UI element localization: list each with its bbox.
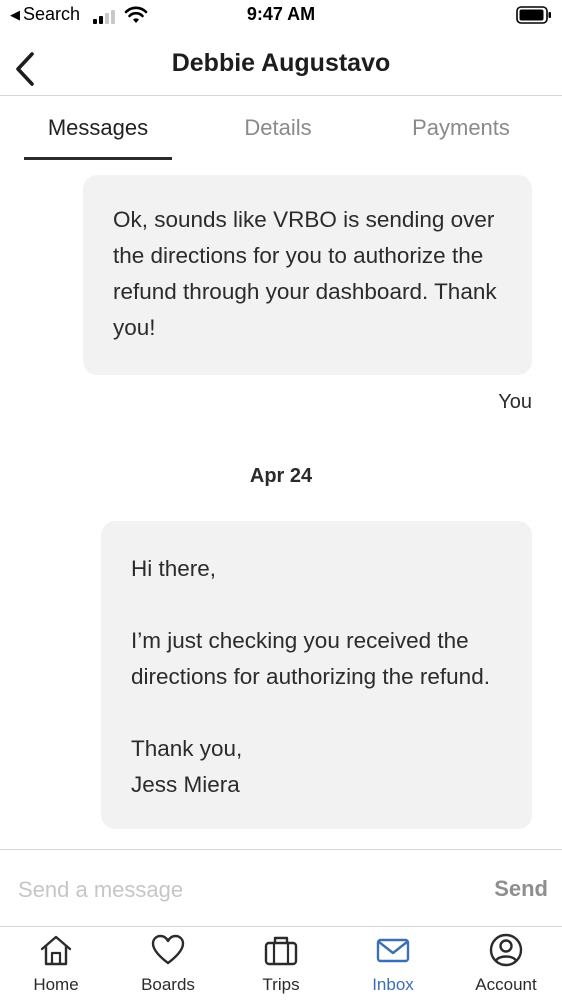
tab-payments[interactable]: Payments bbox=[386, 115, 536, 141]
nav-label: Boards bbox=[141, 975, 195, 994]
status-time: 9:47 AM bbox=[246, 4, 316, 24]
message-input[interactable] bbox=[18, 870, 458, 910]
tab-details[interactable]: Details bbox=[204, 115, 352, 141]
nav-label: Home bbox=[33, 975, 79, 994]
message-text: Ok, sounds like VRBO is sending over the… bbox=[113, 207, 497, 340]
nav-label: Account bbox=[475, 975, 537, 994]
heart-icon bbox=[151, 934, 185, 965]
page-title: Debbie Augustavo bbox=[171, 49, 391, 77]
date-divider: Apr 24 bbox=[249, 465, 313, 487]
message-sender-label: You bbox=[498, 391, 532, 413]
battery-icon bbox=[516, 6, 551, 24]
nav-item-home[interactable]: Home bbox=[0, 927, 112, 1000]
status-bar: ◀ Search 9:47 AM bbox=[0, 0, 562, 32]
envelope-icon bbox=[376, 938, 410, 963]
account-icon bbox=[489, 933, 523, 967]
bottom-nav: Home Boards Trips Inbox Account bbox=[0, 927, 562, 1000]
tab-bar: Messages Details Payments bbox=[0, 97, 562, 163]
nav-item-boards[interactable]: Boards bbox=[112, 927, 224, 1000]
nav-label: Inbox bbox=[372, 975, 414, 994]
nav-item-account[interactable]: Account bbox=[450, 927, 562, 1000]
message-bubble-outgoing: Ok, sounds like VRBO is sending over the… bbox=[83, 175, 532, 375]
active-tab-indicator bbox=[24, 157, 172, 160]
suitcase-icon bbox=[264, 936, 298, 966]
tab-messages[interactable]: Messages bbox=[24, 115, 172, 141]
nav-item-inbox[interactable]: Inbox bbox=[337, 927, 449, 1000]
nav-item-trips[interactable]: Trips bbox=[225, 927, 337, 1000]
conversation-header: Debbie Augustavo bbox=[0, 32, 562, 96]
nav-label: Trips bbox=[262, 975, 300, 994]
home-icon bbox=[40, 935, 72, 966]
send-button[interactable]: Send bbox=[494, 876, 548, 902]
message-text: Hi there, I’m just checking you received… bbox=[131, 556, 490, 797]
message-bubble-outgoing: Hi there, I’m just checking you received… bbox=[101, 521, 532, 829]
message-composer: Send bbox=[0, 849, 562, 927]
